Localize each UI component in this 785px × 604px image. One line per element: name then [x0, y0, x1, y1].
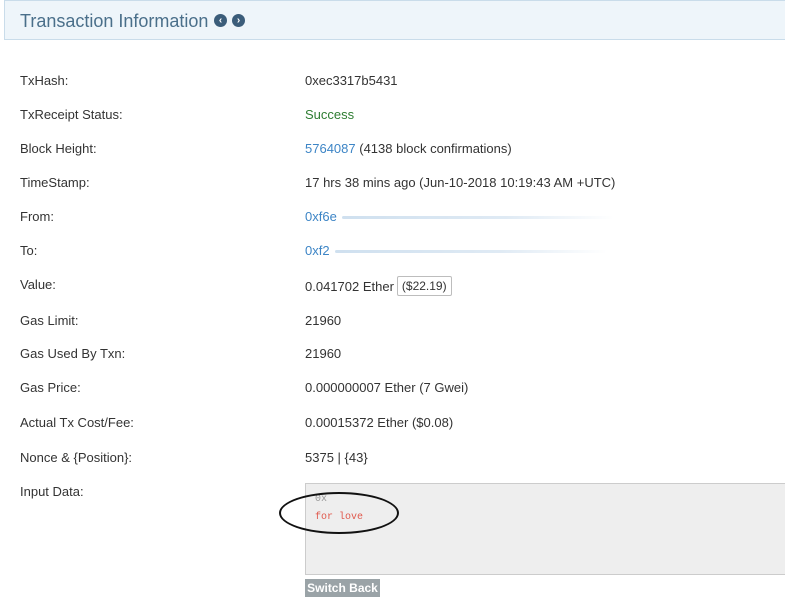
row-gas-used: Gas Used By Txn: 21960 — [0, 344, 785, 364]
gas-limit-label: Gas Limit: — [20, 313, 79, 328]
status-label: TxReceipt Status: — [20, 107, 123, 122]
row-from: From: 0xf6e — [0, 207, 785, 227]
gas-limit-value: 21960 — [305, 313, 342, 328]
row-to: To: 0xf2 — [0, 241, 785, 261]
block-confirmations: (4138 block confirmations) — [359, 141, 512, 156]
status-value: Success — [305, 107, 355, 122]
timestamp-value: 17 hrs 38 mins ago (Jun-10-2018 10:19:43… — [305, 175, 616, 190]
nonce-label: Nonce & {Position}: — [20, 450, 133, 465]
row-txhash: TxHash: 0xec3317b5431 — [0, 71, 785, 91]
gas-used-label: Gas Used By Txn: — [20, 346, 126, 361]
tx-fee-label: Actual Tx Cost/Fee: — [20, 415, 134, 430]
from-address-redacted — [341, 216, 614, 220]
nonce-value: 5375 | {43} — [305, 450, 368, 465]
to-address-link[interactable]: 0xf2 — [305, 243, 330, 258]
switch-back-button[interactable]: Switch Back — [305, 579, 380, 597]
row-gas-price: Gas Price: 0.000000007 Ether (7 Gwei) — [0, 378, 785, 398]
chevron-left-circle-icon[interactable]: ‹ — [214, 14, 227, 27]
from-value: 0xf6e — [305, 209, 614, 224]
gas-used-value: 21960 — [305, 346, 342, 361]
chevron-right-circle-icon[interactable]: › — [232, 14, 245, 27]
block-height-label: Block Height: — [20, 141, 97, 156]
value-value: 0.041702 Ether ($22.19) — [305, 276, 452, 297]
annotation-ellipse — [279, 492, 399, 534]
from-label: From: — [20, 209, 54, 224]
to-label: To: — [20, 243, 38, 258]
to-value: 0xf2 — [305, 243, 607, 258]
row-nonce: Nonce & {Position}: 5375 | {43} — [0, 448, 785, 468]
from-address-link[interactable]: 0xf6e — [305, 209, 337, 224]
row-tx-fee: Actual Tx Cost/Fee: 0.00015372 Ether ($0… — [0, 413, 785, 433]
value-usd-badge: ($22.19) — [396, 276, 452, 296]
panel-header: Transaction Information ‹ › — [4, 0, 785, 40]
txhash-value: 0xec3317b5431 — [305, 73, 398, 88]
value-amount: 0.041702 Ether — [305, 279, 394, 294]
row-block-height: Block Height: 5764087 (4138 block confir… — [0, 139, 785, 159]
row-gas-limit: Gas Limit: 21960 — [0, 311, 785, 331]
block-number-link[interactable]: 5764087 — [305, 141, 356, 156]
timestamp-label: TimeStamp: — [20, 175, 90, 190]
row-status: TxReceipt Status: Success — [0, 105, 785, 125]
value-label: Value: — [20, 277, 56, 292]
txhash-label: TxHash: — [20, 73, 69, 88]
block-height-value: 5764087 (4138 block confirmations) — [305, 141, 512, 156]
row-value: Value: 0.041702 Ether ($22.19) — [0, 275, 785, 297]
row-timestamp: TimeStamp: 17 hrs 38 mins ago (Jun-10-20… — [0, 173, 785, 193]
tx-fee-value: 0.00015372 Ether ($0.08) — [305, 415, 454, 430]
gas-price-value: 0.000000007 Ether (7 Gwei) — [305, 380, 469, 395]
gas-price-label: Gas Price: — [20, 380, 81, 395]
input-data-label: Input Data: — [20, 484, 84, 499]
page-title: Transaction Information — [20, 11, 209, 31]
to-address-redacted — [334, 250, 607, 254]
